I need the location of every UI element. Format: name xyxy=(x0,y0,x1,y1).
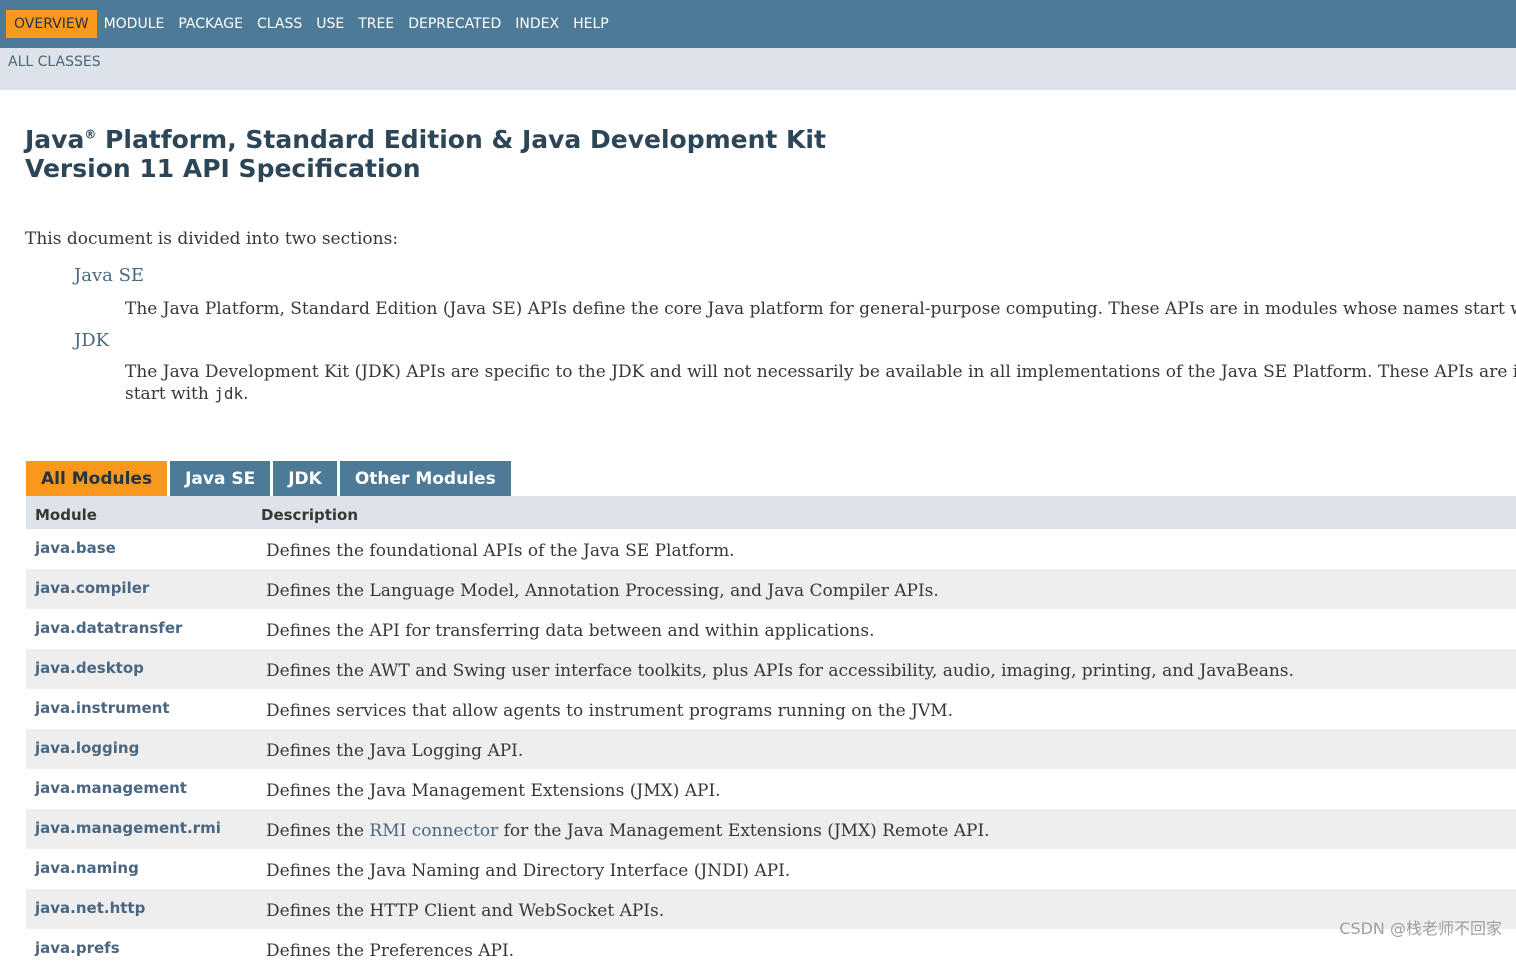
module-description: Defines the API for transferring data be… xyxy=(266,621,875,641)
intro-text: This document is divided into two sectio… xyxy=(25,229,399,249)
module-description: Defines the Preferences API. xyxy=(266,941,515,961)
table-header: Module Description xyxy=(26,496,1516,529)
module-link[interactable]: java.datatransfer xyxy=(35,619,182,637)
table-row: java.logging Defines the Java Logging AP… xyxy=(26,729,1516,769)
title-java: Java xyxy=(25,125,85,154)
registered-mark: ® xyxy=(84,127,97,142)
jdk-description-line1: The Java Development Kit (JDK) APIs are … xyxy=(125,362,1516,382)
title-version: Version 11 API Specification xyxy=(25,154,421,183)
table-row: java.compiler Defines the Language Model… xyxy=(26,569,1516,609)
module-link[interactable]: java.compiler xyxy=(35,579,149,597)
csdn-watermark: CSDN @栈老师不回家 xyxy=(1339,919,1502,938)
tab-all-modules[interactable]: All Modules xyxy=(26,461,168,496)
module-link[interactable]: java.prefs xyxy=(35,939,120,957)
rmi-connector-link[interactable]: RMI connector xyxy=(369,821,498,841)
nav-overview[interactable]: OVERVIEW xyxy=(6,0,97,48)
nav-class[interactable]: CLASS xyxy=(250,0,309,48)
table-row: java.desktop Defines the AWT and Swing u… xyxy=(26,649,1516,689)
module-link[interactable]: java.base xyxy=(35,539,116,557)
jdk-description-line2-suffix: . xyxy=(243,384,249,404)
module-description: Defines the Java Logging API. xyxy=(266,741,524,761)
modules-table: Module Description java.base Defines the… xyxy=(26,496,1516,969)
module-tabs: All Modules Java SE JDK Other Modules xyxy=(26,461,514,496)
table-row: java.prefs Defines the Preferences API. xyxy=(26,929,1516,969)
module-description: Defines the HTTP Client and WebSocket AP… xyxy=(266,901,665,921)
table-row: java.net.http Defines the HTTP Client an… xyxy=(26,889,1516,929)
module-link[interactable]: java.desktop xyxy=(35,659,144,677)
jdk-code: jdk xyxy=(214,384,244,403)
nav-tree[interactable]: TREE xyxy=(351,0,401,48)
tab-java-se[interactable]: Java SE xyxy=(170,461,271,496)
module-link[interactable]: java.logging xyxy=(35,739,139,757)
module-link[interactable]: java.management.rmi xyxy=(35,819,221,837)
section-java-se-description: The Java Platform, Standard Edition (Jav… xyxy=(125,299,1516,319)
table-row: java.naming Defines the Java Naming and … xyxy=(26,849,1516,889)
module-description: Defines the Language Model, Annotation P… xyxy=(266,581,939,601)
all-classes-link[interactable]: ALL CLASSES xyxy=(8,54,101,70)
module-link[interactable]: java.instrument xyxy=(35,699,170,717)
module-description: Defines the Java Management Extensions (… xyxy=(266,781,721,801)
module-description: Defines the Java Naming and Directory In… xyxy=(266,861,791,881)
module-description: Defines services that allow agents to in… xyxy=(266,701,954,721)
jdk-description-line2-prefix: start with xyxy=(125,384,215,404)
nav-package[interactable]: PACKAGE xyxy=(171,0,250,48)
table-row: java.base Defines the foundational APIs … xyxy=(26,529,1516,569)
nav-deprecated[interactable]: DEPRECATED xyxy=(401,0,508,48)
desc-suffix: for the Java Management Extensions (JMX)… xyxy=(498,821,990,841)
nav-overview-label: OVERVIEW xyxy=(6,10,97,38)
tab-jdk[interactable]: JDK xyxy=(273,461,337,496)
nav-module[interactable]: MODULE xyxy=(97,0,172,48)
title-rest: Platform, Standard Edition & Java Develo… xyxy=(96,125,826,154)
section-jdk-description: The Java Development Kit (JDK) APIs are … xyxy=(125,361,1516,405)
table-row: java.management.rmi Defines the RMI conn… xyxy=(26,809,1516,849)
module-description: Defines the foundational APIs of the Jav… xyxy=(266,541,735,561)
nav-use[interactable]: USE xyxy=(309,0,351,48)
module-description: Defines the RMI connector for the Java M… xyxy=(266,821,990,841)
tab-other-modules[interactable]: Other Modules xyxy=(339,461,511,496)
module-description: Defines the AWT and Swing user interface… xyxy=(266,661,1294,681)
module-link[interactable]: java.naming xyxy=(35,859,139,877)
nav-help[interactable]: HELP xyxy=(566,0,616,48)
top-navigation-bar: OVERVIEW MODULE PACKAGE CLASS USE TREE D… xyxy=(0,0,1516,48)
desc-prefix: Defines the xyxy=(266,821,370,841)
section-jdk-link[interactable]: JDK xyxy=(74,330,109,351)
column-header-description: Description xyxy=(261,506,359,524)
section-java-se-link[interactable]: Java SE xyxy=(74,265,144,286)
module-link[interactable]: java.net.http xyxy=(35,899,145,917)
page-title: Java® Platform, Standard Edition & Java … xyxy=(25,125,826,183)
sub-navigation-bar: ALL CLASSES xyxy=(0,48,1516,90)
module-link[interactable]: java.management xyxy=(35,779,187,797)
table-row: java.datatransfer Defines the API for tr… xyxy=(26,609,1516,649)
nav-index[interactable]: INDEX xyxy=(508,0,566,48)
table-row: java.instrument Defines services that al… xyxy=(26,689,1516,729)
table-row: java.management Defines the Java Managem… xyxy=(26,769,1516,809)
column-header-module: Module xyxy=(35,506,97,524)
